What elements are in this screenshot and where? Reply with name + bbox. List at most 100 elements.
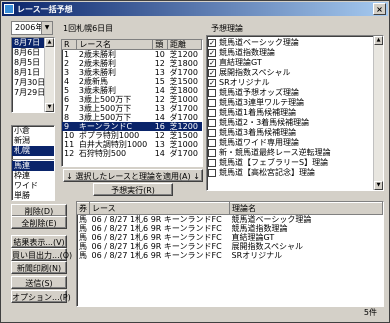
- table-row[interactable]: 3 3歳未勝利 13 ダ1700: [62, 68, 202, 77]
- table-row[interactable]: 馬 06 / 8/27 1札6 9R キーンランドFC SRオリジナル: [77, 251, 383, 260]
- checkbox-checked-icon[interactable]: ✓: [208, 39, 216, 47]
- theory-item[interactable]: 競馬道2・3着馬候補理論: [207, 118, 383, 128]
- theory-label: 競馬道ベーシック理論: [219, 38, 299, 47]
- theory-list[interactable]: ✓ 競馬道ベーシック理論 ✓ 競馬道指数理論 ✓ 直結理論GT ✓ 展開指数スペシャル ✓ SRオ…: [206, 35, 384, 191]
- ticket-header-type[interactable]: 券: [77, 202, 90, 215]
- table-row[interactable]: 2 2歳未勝利 12 芝1800: [62, 59, 202, 68]
- ticket-type-list[interactable]: 小倉新潟札幌馬連枠連ワイド単勝複勝馬単3連複3連単: [11, 125, 55, 201]
- checkbox-checked-icon[interactable]: ✓: [208, 79, 216, 87]
- theory-item[interactable]: 競馬道1着馬候補理論: [207, 108, 383, 118]
- scroll-up-icon[interactable]: ▲: [45, 38, 54, 47]
- year-value: 2006年: [15, 23, 44, 32]
- ticket-type-item[interactable]: 馬連: [12, 161, 54, 171]
- table-row[interactable]: 10 ポプラ特別1000 12 芝1500: [62, 131, 202, 140]
- table-row[interactable]: 5 3歳未勝利 14 芝1800: [62, 86, 202, 95]
- theory-label: 競馬道【高松宮記念】理論: [219, 168, 315, 177]
- title-bar: レース一括予想 ×: [2, 2, 388, 16]
- checkbox-icon[interactable]: [208, 139, 216, 147]
- theory-item[interactable]: ✓ SRオリジナル: [207, 78, 383, 88]
- checkbox-icon[interactable]: [208, 129, 216, 137]
- checkbox-checked-icon[interactable]: ✓: [208, 69, 216, 77]
- venue-item[interactable]: 小倉: [12, 126, 54, 136]
- ticket-header-theory[interactable]: 理論名: [229, 202, 383, 215]
- ticket-type-item[interactable]: ワイド: [12, 181, 54, 191]
- venue-item[interactable]: 札幌: [12, 146, 54, 156]
- ticket-theory: 直結理論GT: [231, 233, 275, 242]
- race-runners: 16: [152, 122, 168, 131]
- checkbox-icon[interactable]: [208, 109, 216, 117]
- delete-all-button[interactable]: 全削除(E): [11, 216, 67, 229]
- ticket-type-item[interactable]: 枠連: [12, 171, 54, 181]
- date-list[interactable]: 8月7日 8月6日 8月5日 8月1日 7月30日 7月29日 ▲ ▼: [11, 37, 55, 113]
- race-header-distance[interactable]: 距離: [167, 40, 202, 50]
- theory-item[interactable]: 新・競馬道最終レース逆転理論: [207, 148, 383, 158]
- checkbox-checked-icon[interactable]: ✓: [208, 49, 216, 57]
- table-row[interactable]: 7 3歳上500万下 13 ダ1700: [62, 104, 202, 113]
- table-row[interactable]: 馬 06 / 8/27 1札6 9R キーンランドFC 展開指数スペシャル: [77, 242, 383, 251]
- chevron-down-icon[interactable]: ▼: [41, 22, 52, 34]
- checkbox-icon[interactable]: [208, 89, 216, 97]
- race-header-name[interactable]: レース名: [76, 40, 154, 50]
- theory-item[interactable]: ✓ 展開指数スペシャル: [207, 68, 383, 78]
- table-row[interactable]: 1 2歳未勝利 10 芝1200: [62, 50, 202, 60]
- theory-item[interactable]: ✓ 競馬道ベーシック理論: [207, 38, 383, 48]
- checkbox-icon[interactable]: [208, 119, 216, 127]
- year-select[interactable]: 2006年 ▼: [11, 21, 53, 35]
- table-row[interactable]: 4 2歳新馬 15 芝1500: [62, 77, 202, 86]
- table-row[interactable]: 12 石狩特別500 14 ダ1700: [62, 149, 202, 158]
- theory-item[interactable]: 競馬道3連単ワルテ理論: [207, 98, 383, 108]
- newspaper-print-button[interactable]: 新聞印刷(N): [11, 261, 67, 274]
- ticket-type: 馬: [79, 224, 87, 233]
- table-row[interactable]: 8 3歳上500万下 14 ダ1700: [62, 113, 202, 122]
- table-row[interactable]: 馬 06 / 8/27 1札6 9R キーンランドFC 競馬道ベーシック理論: [77, 215, 383, 225]
- race-runners: 12: [154, 95, 165, 104]
- scroll-up-icon[interactable]: ▲: [374, 36, 383, 45]
- ticket-header-race[interactable]: レース: [89, 202, 230, 215]
- close-button[interactable]: ×: [373, 3, 386, 15]
- scroll-down-icon[interactable]: ▼: [45, 103, 54, 112]
- theory-item[interactable]: 競馬道予想オッズ理論: [207, 88, 383, 98]
- result-view-button[interactable]: 結果表示...(V): [11, 235, 67, 248]
- send-button[interactable]: 送信(S): [11, 276, 67, 289]
- execute-button[interactable]: 予想実行(R): [93, 183, 173, 196]
- purchase-output-button[interactable]: 買い目出力...(O): [11, 248, 72, 261]
- date-list-scrollbar[interactable]: ▲ ▼: [44, 38, 54, 112]
- race-name: 2歳新馬: [78, 77, 108, 86]
- table-row[interactable]: 6 3歳上500万下 12 芝1000: [62, 95, 202, 104]
- theory-list-title: 予想理論: [211, 24, 243, 33]
- race-runners: 15: [154, 77, 165, 86]
- checkbox-icon[interactable]: [208, 99, 216, 107]
- venue-item[interactable]: 新潟: [12, 136, 54, 146]
- theory-list-scrollbar[interactable]: ▲ ▼: [373, 36, 383, 190]
- ticket-type-item[interactable]: 単勝: [12, 191, 54, 200]
- meeting-title: 1回札幌6日目: [63, 24, 114, 33]
- race-runners: 14: [154, 113, 165, 122]
- ticket-theory: SRオリジナル: [231, 251, 283, 260]
- table-row[interactable]: 馬 06 / 8/27 1札6 9R キーンランドFC 競馬道指数理論: [77, 224, 383, 233]
- ticket-theory: 展開指数スペシャル: [231, 242, 303, 251]
- race-number: 4: [64, 77, 70, 86]
- options-button[interactable]: オプション...(P): [11, 290, 71, 303]
- theory-item[interactable]: ✓ 直結理論GT: [207, 58, 383, 68]
- race-header-r[interactable]: R: [62, 40, 78, 50]
- theory-item[interactable]: 競馬道【高松宮記念】理論: [207, 168, 383, 178]
- race-distance: ダ1700: [169, 104, 198, 113]
- checkbox-icon[interactable]: [208, 169, 216, 177]
- apply-button[interactable]: ↓ 選択したレースと理論を適用(A) ↓: [63, 169, 203, 182]
- table-row[interactable]: 馬 06 / 8/27 1札6 9R キーンランドFC 直結理論GT: [77, 233, 383, 242]
- table-row[interactable]: 11 白井大調特別1000 13 芝1000: [62, 140, 202, 149]
- theory-item[interactable]: 競馬道【フェブラリーS】理論: [207, 158, 383, 168]
- theory-item[interactable]: 競馬道3着馬候補理論: [207, 128, 383, 138]
- race-number: 1: [64, 50, 70, 59]
- race-runners: 10: [154, 50, 165, 59]
- race-header-count[interactable]: 頭: [152, 40, 169, 50]
- checkbox-checked-icon[interactable]: ✓: [208, 59, 216, 67]
- theory-item[interactable]: 競馬道ワイド専用理論: [207, 138, 383, 148]
- race-number: 12: [64, 149, 75, 158]
- theory-label: 競馬道3着馬候補理論: [219, 128, 297, 137]
- checkbox-icon[interactable]: [208, 149, 216, 157]
- table-row[interactable]: 9 キーンランドC 16 芝1200: [62, 122, 202, 131]
- theory-item[interactable]: ✓ 競馬道指数理論: [207, 48, 383, 58]
- scroll-down-icon[interactable]: ▼: [374, 181, 383, 190]
- checkbox-icon[interactable]: [208, 159, 216, 167]
